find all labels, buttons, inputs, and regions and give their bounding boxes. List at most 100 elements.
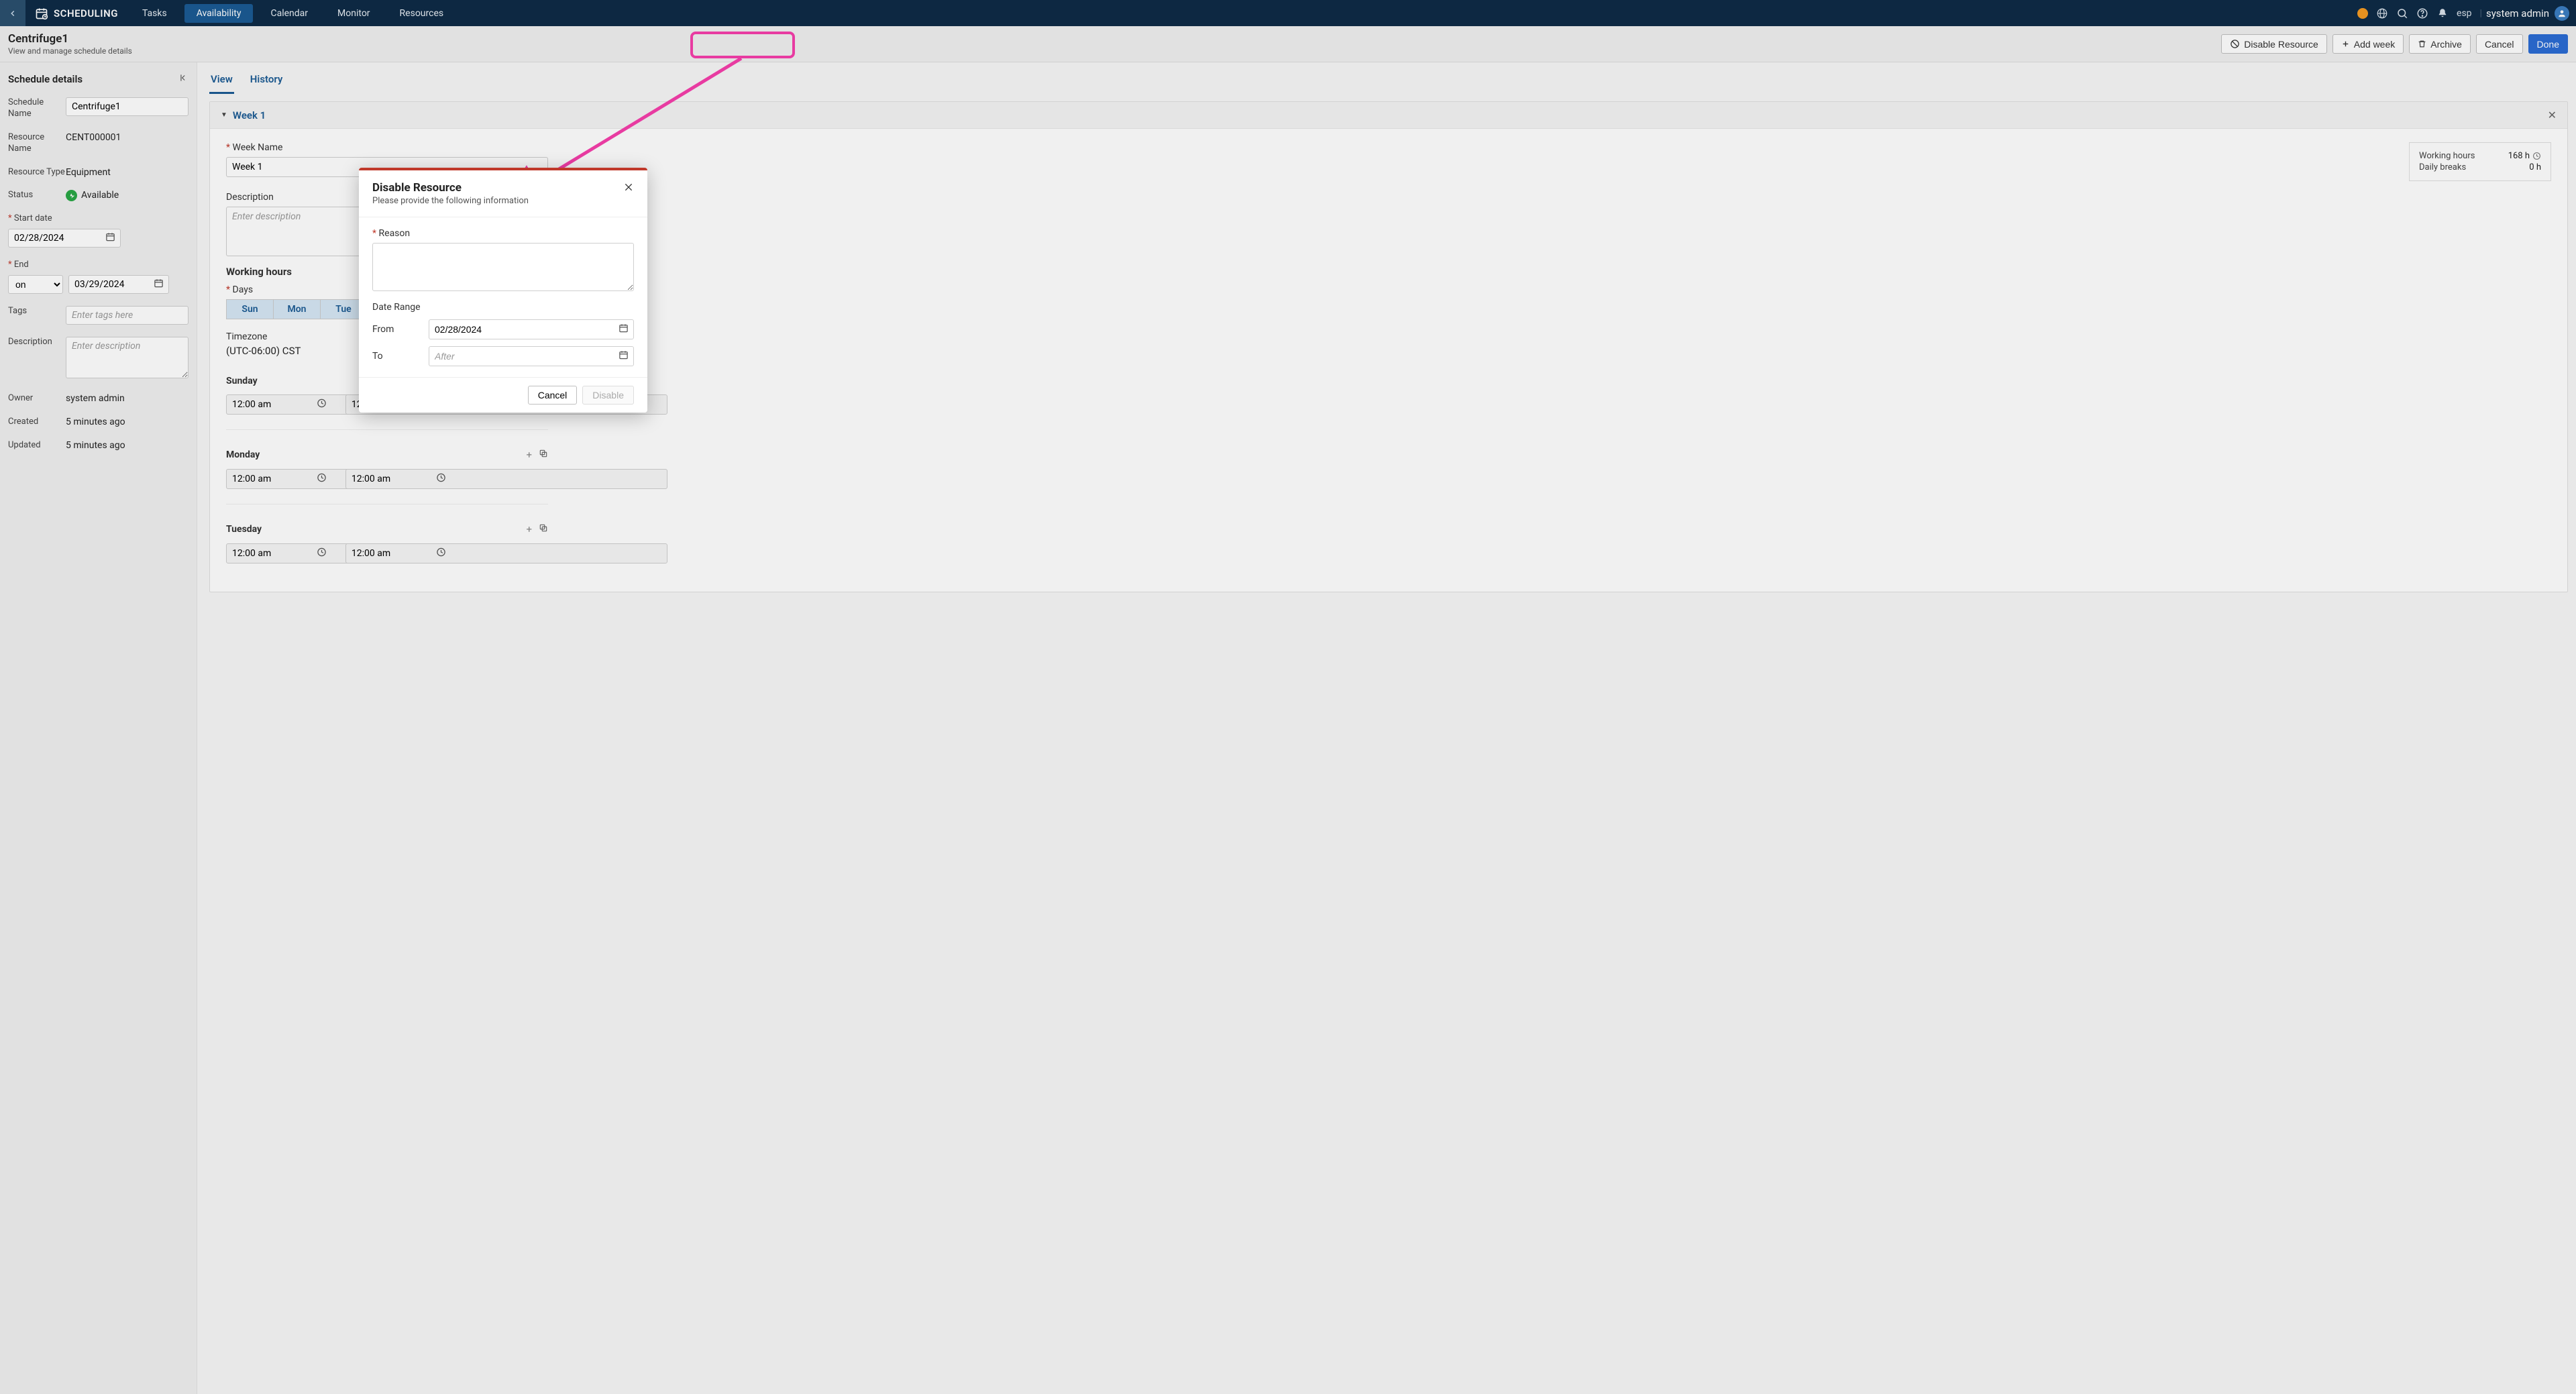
day-name-tuesday: Tuesday	[226, 524, 262, 535]
done-button[interactable]: Done	[2528, 34, 2568, 54]
value-created: 5 minutes ago	[66, 417, 189, 428]
help-button[interactable]	[2416, 7, 2428, 19]
stat-daily-breaks-value: 0 h	[2529, 162, 2541, 172]
description-textarea[interactable]	[66, 337, 189, 378]
label-created: Created	[8, 417, 66, 428]
label-resource-type: Resource Type	[8, 167, 66, 178]
nav-availability[interactable]: Availability	[184, 4, 254, 23]
archive-label: Archive	[2430, 39, 2462, 50]
status-indicator[interactable]	[2357, 8, 2368, 19]
end-mode-select[interactable]: on	[8, 275, 63, 294]
disable-resource-modal: Disable Resource Please provide the foll…	[359, 168, 647, 413]
copy-icon	[539, 523, 548, 533]
user-menu[interactable]: system admin	[2486, 6, 2569, 21]
day-toggle-sun[interactable]: Sun	[226, 299, 273, 319]
page-title: Centrifuge1	[8, 32, 132, 46]
add-week-button[interactable]: Add week	[2332, 34, 2404, 54]
globe-icon	[2376, 7, 2388, 19]
page-subtitle: View and manage schedule details	[8, 46, 132, 56]
scheduling-icon	[35, 7, 48, 20]
back-button[interactable]	[0, 0, 25, 26]
week-card-header[interactable]: ▼ Week 1 ✕	[210, 102, 2567, 129]
search-button[interactable]	[2396, 7, 2408, 19]
nav-monitor[interactable]: Monitor	[325, 4, 382, 23]
archive-button[interactable]: Archive	[2409, 34, 2471, 54]
modal-subtitle: Please provide the following information	[372, 196, 529, 206]
modal-close-button[interactable]	[623, 181, 634, 195]
modal-disable-button[interactable]: Disable	[582, 386, 634, 405]
modal-label-reason: Reason	[372, 228, 634, 239]
copy-icon	[539, 449, 548, 458]
username-label: system admin	[2486, 7, 2549, 19]
monday-add-button[interactable]: +	[526, 449, 532, 461]
modal-label-from: From	[372, 324, 429, 335]
avatar	[2555, 6, 2569, 21]
end-date-input[interactable]	[68, 275, 169, 294]
help-icon	[2416, 7, 2428, 19]
nav-calendar[interactable]: Calendar	[258, 4, 320, 23]
modal-from-input[interactable]	[429, 319, 634, 339]
label-updated: Updated	[8, 440, 66, 451]
collapse-sidebar-button[interactable]	[179, 73, 189, 85]
label-description: Description	[8, 337, 66, 381]
chevron-left-icon	[8, 9, 17, 18]
modal-cancel-button[interactable]: Cancel	[528, 386, 578, 405]
tab-view[interactable]: View	[209, 70, 234, 94]
top-navbar: SCHEDULING Tasks Availability Calendar M…	[0, 0, 2576, 26]
tags-input[interactable]	[66, 306, 189, 325]
collapse-left-icon	[179, 73, 189, 83]
language-toggle[interactable]: esp	[2457, 8, 2472, 19]
label-owner: Owner	[8, 393, 66, 405]
label-week-name: Week Name	[226, 142, 2377, 153]
modal-reason-textarea[interactable]	[372, 243, 634, 291]
nav-resources[interactable]: Resources	[388, 4, 456, 23]
value-resource-type: Equipment	[66, 167, 189, 178]
page-header: Centrifuge1 View and manage schedule det…	[0, 26, 2576, 62]
day-name-monday: Monday	[226, 449, 260, 460]
stat-daily-breaks-label: Daily breaks	[2419, 162, 2466, 172]
modal-label-date-range: Date Range	[372, 302, 634, 313]
trash-icon	[2418, 40, 2426, 48]
close-icon	[623, 182, 634, 193]
disable-resource-label: Disable Resource	[2244, 39, 2318, 50]
label-status: Status	[8, 190, 66, 201]
done-label: Done	[2537, 39, 2559, 50]
sidebar-section-title: Schedule details	[8, 73, 83, 85]
label-end: End	[8, 260, 189, 271]
value-owner: system admin	[66, 393, 189, 405]
content-tabs: View History	[209, 70, 2568, 95]
value-status: Available	[81, 191, 119, 201]
page-title-block: Centrifuge1 View and manage schedule det…	[8, 32, 132, 56]
caret-down-icon: ▼	[221, 111, 227, 119]
modal-title: Disable Resource	[372, 181, 529, 195]
cancel-button[interactable]: Cancel	[2476, 34, 2523, 54]
tab-history[interactable]: History	[249, 70, 284, 94]
label-schedule-name: Schedule Name	[8, 97, 66, 120]
tuesday-copy-button[interactable]	[539, 523, 548, 535]
label-start-date: Start date	[8, 213, 189, 225]
globe-button[interactable]	[2376, 7, 2388, 19]
clock-icon	[2532, 152, 2541, 160]
plus-icon	[2341, 40, 2350, 48]
user-icon	[2557, 9, 2567, 18]
value-resource-name: CENT000001	[66, 132, 189, 155]
schedule-name-input[interactable]	[66, 97, 189, 116]
nav-tasks[interactable]: Tasks	[130, 4, 179, 23]
notifications-button[interactable]	[2436, 7, 2449, 19]
monday-copy-button[interactable]	[539, 449, 548, 461]
label-resource-name: Resource Name	[8, 132, 66, 155]
label-tags: Tags	[8, 306, 66, 325]
module-title: SCHEDULING	[54, 7, 118, 19]
start-date-input[interactable]	[8, 229, 121, 248]
monday-to-input[interactable]	[345, 469, 667, 489]
modal-to-input[interactable]	[429, 346, 634, 366]
week-stats-box: Working hours 168 h Daily breaks 0 h	[2409, 142, 2551, 181]
add-week-label: Add week	[2354, 39, 2395, 50]
tuesday-to-input[interactable]	[345, 543, 667, 564]
tuesday-add-button[interactable]: +	[526, 523, 532, 535]
week-remove-button[interactable]: ✕	[2548, 109, 2557, 121]
day-toggle-mon[interactable]: Mon	[273, 299, 320, 319]
stat-working-hours-label: Working hours	[2419, 151, 2475, 161]
disable-resource-button[interactable]: Disable Resource	[2221, 34, 2327, 54]
cancel-label: Cancel	[2485, 39, 2514, 50]
